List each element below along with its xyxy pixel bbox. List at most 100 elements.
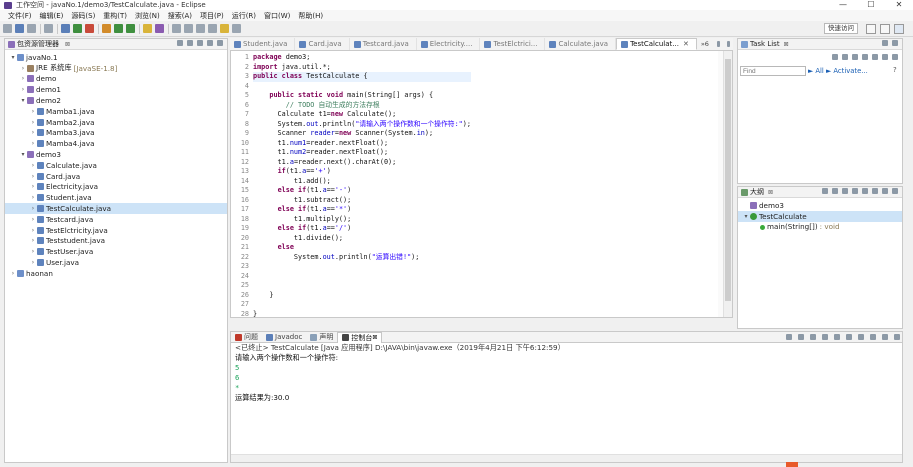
expand-arrow-icon[interactable]: ▾ — [19, 151, 27, 158]
sort-icon[interactable] — [822, 188, 828, 194]
editor-tab[interactable]: TestCalculat... ✕ — [616, 38, 697, 50]
minimize-view-icon[interactable] — [882, 40, 888, 46]
new-icon[interactable] — [3, 24, 12, 33]
last-edit-icon[interactable] — [208, 24, 217, 33]
expand-arrow-icon[interactable]: › — [9, 270, 17, 277]
expand-arrow-icon[interactable]: › — [29, 183, 37, 190]
tree-item[interactable]: › Calculate.java — [5, 160, 227, 171]
code-line[interactable] — [253, 82, 471, 92]
bottom-tab[interactable]: Javadoc — [262, 332, 306, 343]
code-text[interactable]: package demo3; import java.util.*; public … — [253, 53, 471, 318]
code-line[interactable]: t1.multiply(); — [253, 215, 471, 225]
code-line[interactable]: t1.a=reader.next().charAt(0); — [253, 158, 471, 168]
editor-tab[interactable]: Electricity.... — [417, 38, 481, 50]
remove-launch-icon[interactable] — [798, 334, 804, 340]
tree-item[interactable]: › Student.java — [5, 192, 227, 203]
open-console-icon[interactable] — [870, 334, 876, 340]
terminate-icon[interactable] — [786, 334, 792, 340]
close-view-icon[interactable]: ⊠ — [784, 41, 789, 48]
code-line[interactable] — [253, 281, 471, 291]
menu-item[interactable]: 运行(R) — [232, 11, 256, 21]
tree-item[interactable]: › haonan — [5, 268, 227, 279]
code-line[interactable]: else if(t1.a=='*') — [253, 205, 471, 215]
expand-arrow-icon[interactable]: › — [29, 194, 37, 201]
tree-item[interactable]: › Mamba1.java — [5, 106, 227, 117]
new-class-icon[interactable] — [126, 24, 135, 33]
help-icon[interactable]: ? — [893, 66, 897, 74]
menu-item[interactable]: 源码(S) — [71, 11, 95, 21]
tree-item[interactable]: › Mamba4.java — [5, 138, 227, 149]
collapse-all-icon[interactable] — [177, 40, 183, 46]
tree-item[interactable]: › Mamba2.java — [5, 117, 227, 128]
code-line[interactable]: Scanner reader=new Scanner(System.in); — [253, 129, 471, 139]
print-icon[interactable] — [27, 24, 36, 33]
expand-arrow-icon[interactable]: › — [29, 227, 37, 234]
open-perspective-icon[interactable] — [866, 24, 876, 34]
console-horizontal-scrollbar[interactable] — [231, 454, 902, 462]
quick-access-field[interactable]: 快速访问 — [824, 23, 858, 34]
expand-arrow-icon[interactable]: › — [29, 119, 37, 126]
tree-item[interactable]: › Mamba3.java — [5, 128, 227, 139]
code-line[interactable] — [253, 272, 471, 282]
external-tools-icon[interactable] — [85, 24, 94, 33]
expand-icon[interactable] — [882, 54, 888, 60]
code-line[interactable]: else — [253, 243, 471, 253]
task-find-input[interactable] — [740, 66, 806, 76]
tree-item[interactable]: › Card.java — [5, 171, 227, 182]
tree-item[interactable]: › TestUser.java — [5, 246, 227, 257]
editor-tab[interactable]: Card.java — [295, 38, 350, 50]
code-line[interactable]: public static void main(String[] args) { — [253, 91, 471, 101]
view-menu-icon[interactable] — [197, 40, 203, 46]
back-icon[interactable] — [220, 24, 229, 33]
tree-item[interactable]: ▾ TestCalculate — [738, 210, 902, 222]
new-package-icon[interactable] — [114, 24, 123, 33]
editor-tab[interactable]: Testcard.java — [350, 38, 417, 50]
expand-arrow-icon[interactable]: › — [29, 173, 37, 180]
open-type-icon[interactable] — [143, 24, 152, 33]
menu-item[interactable]: 窗口(W) — [264, 11, 290, 21]
maximize-view-icon[interactable] — [894, 334, 900, 340]
menu-item[interactable]: 编辑(E) — [40, 11, 64, 21]
tree-item[interactable]: › demo — [5, 74, 227, 85]
code-line[interactable]: package demo3; — [253, 53, 471, 63]
code-line[interactable]: } — [253, 291, 471, 301]
editor-vertical-scrollbar[interactable] — [723, 51, 732, 317]
new-java-project-icon[interactable] — [102, 24, 111, 33]
code-line[interactable]: // TODO 自动生成的方法存根 — [253, 101, 471, 111]
hide-static-icon[interactable] — [842, 188, 848, 194]
maximize-button[interactable]: ☐ — [857, 0, 885, 10]
tree-item[interactable]: › Teststudent.java — [5, 236, 227, 247]
minimize-view-icon[interactable] — [207, 40, 213, 46]
expand-arrow-icon[interactable]: › — [19, 65, 27, 72]
code-line[interactable]: t1.add(); — [253, 177, 471, 187]
code-line[interactable]: t1.subtract(); — [253, 196, 471, 206]
expand-arrow-icon[interactable]: ▾ — [9, 54, 17, 61]
tree-item[interactable]: › demo1 — [5, 84, 227, 95]
tree-item[interactable]: ▾ demo3 — [5, 149, 227, 160]
tree-item[interactable]: › JRE 系统库 [JavaSE-1.8] — [5, 63, 227, 74]
code-line[interactable]: t1.divide(); — [253, 234, 471, 244]
hide-fields-icon[interactable] — [832, 188, 838, 194]
expand-arrow-icon[interactable]: ▾ — [742, 213, 750, 220]
word-wrap-icon[interactable] — [834, 334, 840, 340]
menu-item[interactable]: 浏览(N) — [135, 11, 160, 21]
close-view-icon[interactable]: ⊠ — [372, 334, 377, 341]
categorized-icon[interactable] — [852, 54, 858, 60]
expand-arrow-icon[interactable]: › — [19, 75, 27, 82]
maximize-view-icon[interactable] — [892, 40, 898, 46]
collapse-icon[interactable] — [872, 54, 878, 60]
new-task-icon[interactable] — [832, 54, 838, 60]
expand-arrow-icon[interactable]: › — [29, 248, 37, 255]
terminal-icon[interactable] — [44, 24, 53, 33]
previous-annotation-icon[interactable] — [196, 24, 205, 33]
close-view-icon[interactable]: ⊠ — [768, 189, 773, 196]
run-icon[interactable] — [73, 24, 82, 33]
close-button[interactable]: ✕ — [885, 0, 913, 10]
scrollbar-thumb[interactable] — [725, 59, 731, 301]
code-line[interactable]: } — [253, 310, 471, 318]
code-line[interactable]: t1.num1=reader.nextFloat(); — [253, 139, 471, 149]
taskbar-app-icon[interactable] — [786, 462, 798, 467]
task-list-title[interactable]: Task List — [750, 40, 780, 48]
scroll-lock-icon[interactable] — [822, 334, 828, 340]
code-line[interactable]: System.out.println("运算出错!"); — [253, 253, 471, 263]
